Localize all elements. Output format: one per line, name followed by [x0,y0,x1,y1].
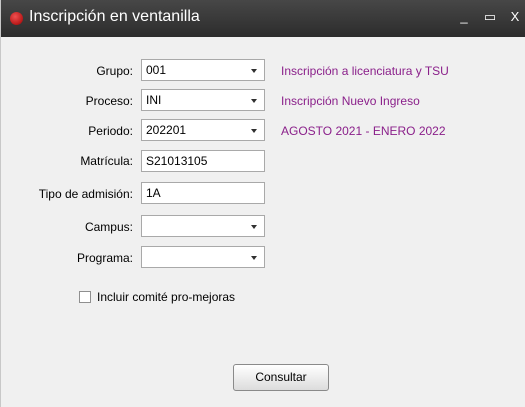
maximize-button[interactable]: ▭ [480,7,500,27]
periodo-description: AGOSTO 2021 - ENERO 2022 [281,124,446,138]
matricula-input[interactable]: S21013105 [141,150,265,172]
comite-checkbox-label[interactable]: Incluir comité pro-mejoras [97,290,235,304]
window-title: Inscripción en ventanilla [29,8,200,25]
app-logo-icon [10,12,23,25]
tipo-admision-input[interactable]: 1A [141,182,265,204]
chevron-down-icon [251,225,257,229]
tipo-admision-label: Tipo de admisión: [38,187,133,201]
programa-select[interactable] [141,246,265,268]
chevron-down-icon [251,99,257,103]
grupo-description: Inscripción a licenciatura y TSU [281,64,449,78]
periodo-select[interactable]: 202201 [141,119,265,141]
main-window: Inscripción en ventanilla _ ▭ X Grupo: 0… [0,0,525,407]
minimize-button[interactable]: _ [454,7,474,27]
title-bar[interactable]: Inscripción en ventanilla _ ▭ X [1,0,525,37]
chevron-down-icon [251,129,257,133]
proceso-label: Proceso: [85,94,133,108]
consultar-button[interactable]: Consultar [233,364,329,391]
campus-select[interactable] [141,215,265,237]
grupo-select[interactable]: 001 [141,59,265,81]
close-button[interactable]: X [505,7,525,27]
chevron-down-icon [251,256,257,260]
grupo-label: Grupo: [96,64,133,78]
matricula-value: S21013105 [146,154,208,168]
proceso-value: INI [146,93,162,107]
campus-label: Campus: [84,220,133,234]
periodo-value: 202201 [146,123,187,137]
proceso-description: Inscripción Nuevo Ingreso [281,94,420,108]
programa-label: Programa: [76,251,133,265]
proceso-select[interactable]: INI [141,89,265,111]
periodo-label: Periodo: [88,124,133,138]
chevron-down-icon [251,69,257,73]
tipo-admision-value: 1A [146,186,161,200]
grupo-value: 001 [146,63,167,77]
matricula-label: Matrícula: [80,154,133,168]
comite-checkbox[interactable] [79,291,91,303]
